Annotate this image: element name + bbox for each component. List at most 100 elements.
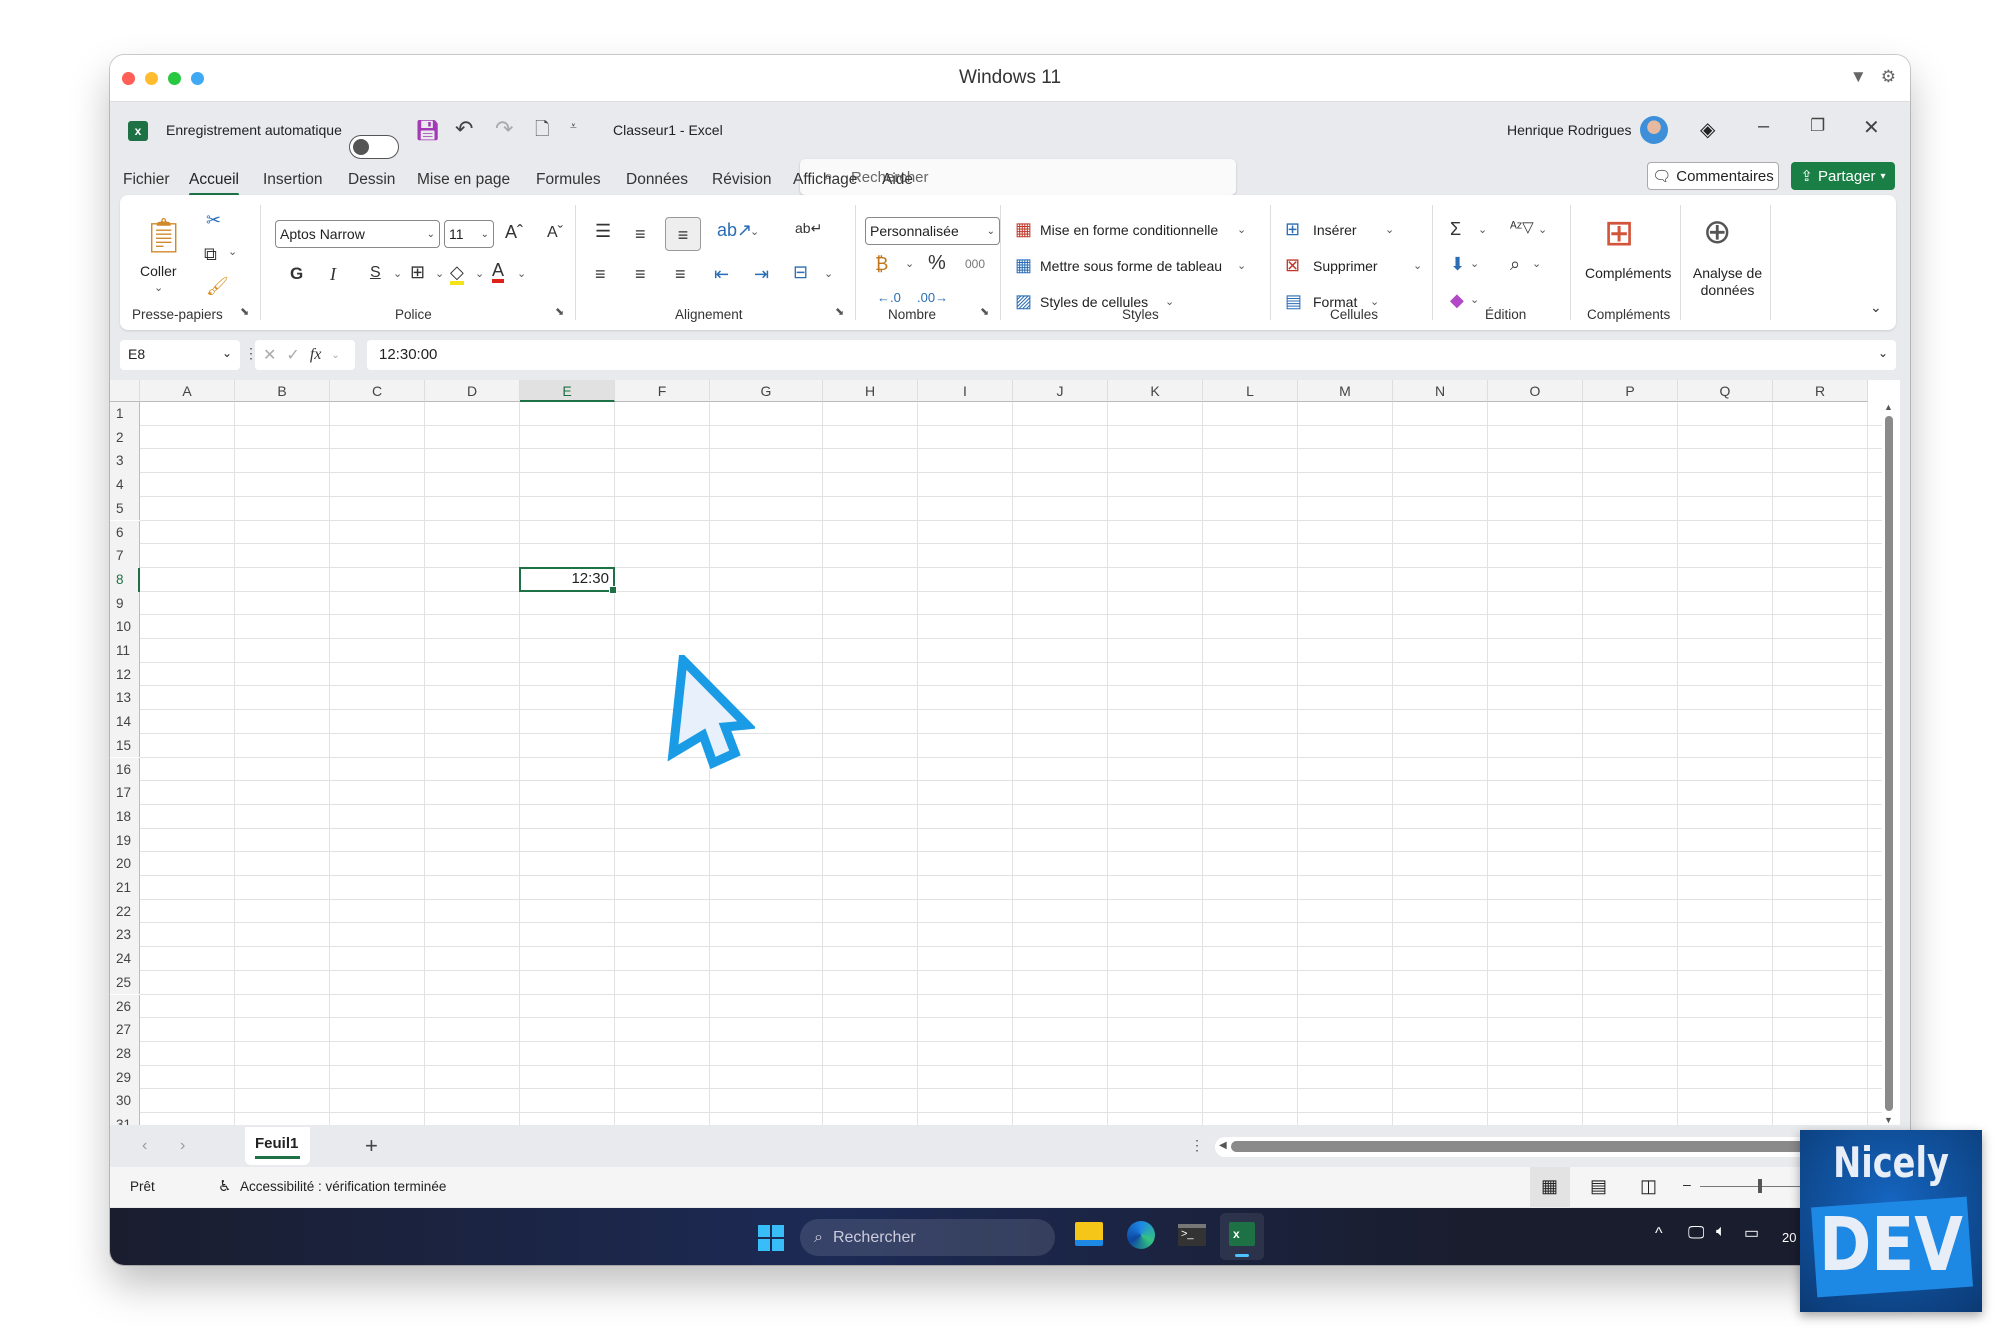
zoom-out-icon[interactable]: – bbox=[1683, 1176, 1691, 1192]
row-header-9[interactable]: 9 bbox=[110, 591, 140, 616]
terminal-icon[interactable]: >_ bbox=[1178, 1224, 1206, 1246]
row-header-18[interactable]: 18 bbox=[110, 804, 140, 829]
data-analysis-icon[interactable]: ⊕ bbox=[1703, 215, 1732, 249]
autosum-icon[interactable]: Σ bbox=[1450, 220, 1461, 238]
premium-diamond-icon[interactable]: ◈ bbox=[1700, 117, 1715, 142]
user-avatar[interactable] bbox=[1640, 116, 1668, 144]
percent-button[interactable]: % bbox=[928, 253, 946, 273]
increase-font-icon[interactable]: Aˆ bbox=[505, 223, 523, 241]
selected-cell-e8[interactable]: 12:30 bbox=[519, 566, 617, 594]
edge-browser-icon[interactable] bbox=[1127, 1221, 1155, 1249]
row-header-21[interactable]: 21 bbox=[110, 876, 140, 900]
paste-icon[interactable]: 📋︎ bbox=[142, 219, 185, 253]
wrap-text-icon[interactable]: ab↵ bbox=[795, 221, 822, 235]
accounting-chevron-icon[interactable]: ⌄ bbox=[905, 259, 914, 270]
paste-label[interactable]: Coller bbox=[140, 263, 177, 279]
addins-icon[interactable]: ⊞ bbox=[1604, 215, 1634, 251]
row-header-27[interactable]: 27 bbox=[110, 1018, 140, 1042]
row-header-30[interactable]: 30 bbox=[110, 1089, 140, 1113]
customize-quick-access-icon[interactable]: ⩡ bbox=[570, 119, 577, 134]
italic-button[interactable]: I bbox=[330, 265, 336, 283]
scroll-down-icon[interactable]: ▼ bbox=[1884, 1115, 1893, 1125]
formula-input[interactable]: 12:30:00 ⌄ bbox=[367, 340, 1896, 370]
zoom-slider[interactable] bbox=[1700, 1186, 1800, 1187]
font-launcher-icon[interactable]: ⬊ bbox=[555, 307, 564, 318]
column-header-j[interactable]: J bbox=[1013, 380, 1108, 402]
format-as-table-button[interactable]: Mettre sous forme de tableau bbox=[1040, 258, 1222, 274]
restore-icon[interactable]: ❐ bbox=[1810, 116, 1825, 136]
collapse-ribbon-icon[interactable]: ⌄ bbox=[1870, 300, 1882, 314]
borders-icon[interactable]: ⊞ bbox=[410, 263, 425, 281]
add-sheet-icon[interactable]: + bbox=[365, 1133, 378, 1159]
alignment-launcher-icon[interactable]: ⬊ bbox=[835, 307, 844, 318]
tab-formules[interactable]: Formules bbox=[536, 171, 601, 189]
column-header-c[interactable]: C bbox=[330, 380, 425, 402]
find-chevron-icon[interactable]: ⌄ bbox=[1532, 259, 1541, 270]
page-layout-view-icon[interactable]: ▤ bbox=[1590, 1176, 1607, 1197]
vertical-scrollbar[interactable]: ▲ ▼ bbox=[1884, 402, 1894, 1125]
tab-fichier[interactable]: Fichier bbox=[123, 171, 170, 189]
align-middle-icon[interactable]: ≡ bbox=[635, 225, 646, 243]
row-header-15[interactable]: 15 bbox=[110, 733, 140, 758]
fill-color-chevron-icon[interactable]: ⌄ bbox=[475, 269, 484, 280]
redo-icon[interactable]: ↷ bbox=[495, 116, 513, 142]
row-header-12[interactable]: 12 bbox=[110, 662, 140, 687]
spreadsheet-grid[interactable]: ABCDEFGHIJKLMNOPQR 1 2 3 4 5 6 7 8 9 10 11 12 13 14 15… bbox=[110, 380, 1900, 1125]
share-button[interactable]: ⇪ Partager ▾ bbox=[1791, 162, 1895, 190]
autosum-chevron-icon[interactable]: ⌄ bbox=[1478, 225, 1487, 236]
accessibility-status[interactable]: Accessibilité : vérification terminée bbox=[240, 1179, 446, 1194]
row-header-5[interactable]: 5 bbox=[110, 496, 140, 521]
prev-sheet-icon[interactable]: ‹ bbox=[142, 1137, 147, 1155]
decrease-font-icon[interactable]: Aˇ bbox=[547, 225, 563, 241]
insert-button[interactable]: Insérer bbox=[1313, 222, 1357, 238]
sheet-tab-feuil1[interactable]: Feuil1 bbox=[245, 1127, 310, 1165]
tab-dessin[interactable]: Dessin bbox=[348, 171, 395, 189]
row-header-4[interactable]: 4 bbox=[110, 473, 140, 497]
format-table-chevron-icon[interactable]: ⌄ bbox=[1237, 261, 1246, 272]
column-header-o[interactable]: O bbox=[1488, 380, 1583, 402]
tab-accueil[interactable]: Accueil bbox=[189, 171, 239, 196]
select-all-corner[interactable] bbox=[110, 380, 140, 402]
row-header-8[interactable]: 8 bbox=[110, 567, 140, 592]
align-bottom-button[interactable]: ≡ bbox=[665, 217, 701, 251]
normal-view-button[interactable]: ▦ bbox=[1530, 1167, 1570, 1207]
row-header-31[interactable]: 31 bbox=[110, 1113, 140, 1125]
dropdown-triangle-icon[interactable]: ▼ bbox=[1850, 67, 1867, 87]
scroll-left-icon[interactable]: ◀ bbox=[1219, 1140, 1227, 1151]
row-header-2[interactable]: 2 bbox=[110, 425, 140, 450]
row-header-22[interactable]: 22 bbox=[110, 899, 140, 924]
taskbar-search[interactable]: ⌕ Rechercher bbox=[800, 1219, 1055, 1256]
number-launcher-icon[interactable]: ⬊ bbox=[980, 307, 989, 318]
cell-styles-chevron-icon[interactable]: ⌄ bbox=[1165, 297, 1174, 308]
autosave-toggle[interactable] bbox=[349, 135, 399, 159]
conditional-chevron-icon[interactable]: ⌄ bbox=[1237, 225, 1246, 236]
column-header-f[interactable]: F bbox=[615, 380, 710, 402]
sort-filter-chevron-icon[interactable]: ⌄ bbox=[1538, 225, 1547, 236]
clear-icon[interactable]: ◆ bbox=[1450, 291, 1464, 309]
format-painter-icon[interactable]: 🖌︎ bbox=[206, 277, 229, 295]
row-header-7[interactable]: 7 bbox=[110, 544, 140, 568]
align-right-icon[interactable]: ≡ bbox=[675, 265, 686, 283]
row-header-25[interactable]: 25 bbox=[110, 970, 140, 995]
comments-button[interactable]: 🗨︎ Commentaires bbox=[1647, 162, 1779, 190]
gear-icon[interactable]: ⚙ bbox=[1881, 67, 1896, 87]
row-header-28[interactable]: 28 bbox=[110, 1041, 140, 1066]
conditional-format-button[interactable]: Mise en forme conditionnelle bbox=[1040, 222, 1218, 238]
cancel-icon[interactable]: ✕ bbox=[263, 345, 276, 365]
column-header-l[interactable]: L bbox=[1203, 380, 1298, 402]
fx-chevron-icon[interactable]: ⌄ bbox=[331, 350, 339, 361]
merge-chevron-icon[interactable]: ⌄ bbox=[824, 269, 833, 280]
borders-chevron-icon[interactable]: ⌄ bbox=[435, 269, 444, 280]
battery-icon[interactable]: ▭ bbox=[1744, 1223, 1759, 1243]
accounting-format-icon[interactable]: ₿ bbox=[875, 255, 888, 273]
new-document-icon[interactable]: 🗋 bbox=[535, 117, 549, 147]
tab-donnees[interactable]: Données bbox=[626, 171, 688, 189]
insert-chevron-icon[interactable]: ⌄ bbox=[1385, 225, 1394, 236]
row-header-13[interactable]: 13 bbox=[110, 686, 140, 711]
save-icon[interactable]: 💾︎ bbox=[415, 118, 440, 143]
row-header-10[interactable]: 10 bbox=[110, 615, 140, 639]
bold-button[interactable]: G bbox=[290, 265, 303, 282]
network-icon[interactable]: 🖵︎ bbox=[1688, 1223, 1704, 1243]
font-family-select[interactable]: Aptos Narrow ⌄ bbox=[275, 220, 440, 248]
underline-chevron-icon[interactable]: ⌄ bbox=[393, 269, 402, 280]
